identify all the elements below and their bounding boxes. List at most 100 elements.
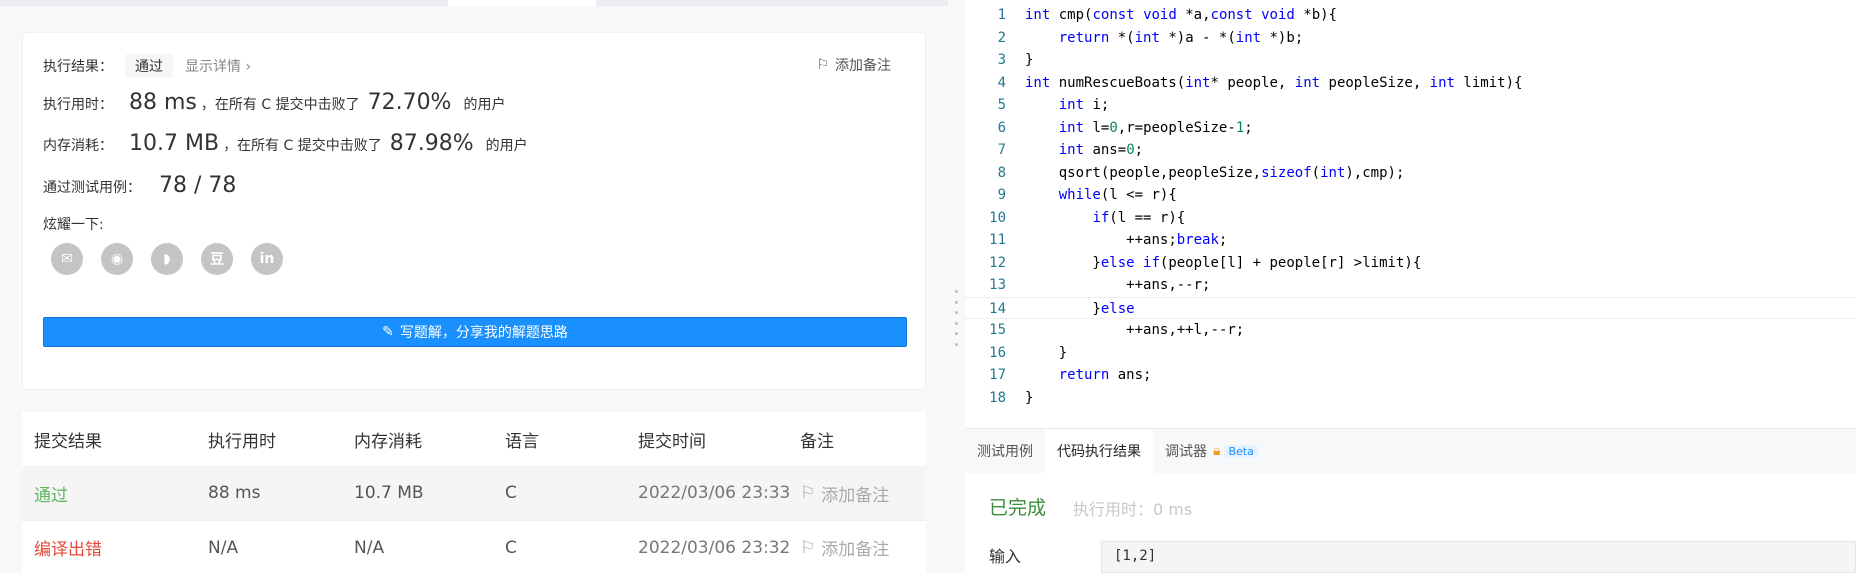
line-number: 6	[997, 119, 1006, 136]
line-number: 3	[997, 52, 1006, 68]
status-badge: 通过	[125, 54, 173, 78]
code-line[interactable]: 16 }	[965, 342, 1856, 365]
write-solution-button[interactable]: ✎ 写题解，分享我的解题思路	[43, 317, 907, 347]
row-language: C	[505, 483, 517, 503]
console-tabs: 测试用例 代码执行结果 调试器 🔒︎ Beta	[965, 429, 1856, 473]
completed-status: 已完成	[989, 497, 1047, 519]
row-add-note-button[interactable]: ⚐ 添加备注	[800, 535, 890, 561]
line-number: 13	[989, 277, 1006, 293]
code-line[interactable]: 1 int cmp(const void *a,const void *b){	[965, 4, 1856, 27]
tab-test-cases[interactable]: 测试用例	[965, 429, 1045, 473]
table-header: 提交结果 执行用时 内存消耗 语言 提交时间 备注	[22, 412, 926, 466]
row-note-label: 添加备注	[821, 540, 890, 560]
pencil-icon: ✎	[382, 324, 394, 340]
code-line[interactable]: 4 int numRescueBoats(int* people, int peo…	[965, 72, 1856, 95]
douban-icon[interactable]: 豆	[201, 243, 233, 275]
code-text: int ans=0;	[1058, 142, 1144, 158]
flag-icon: ⚐	[800, 537, 816, 558]
code-text: }else	[1025, 300, 1135, 317]
memory-row: 内存消耗： 10.7 MB ，在所有 C 提交中击败了 87.98% 的用户	[43, 131, 528, 156]
code-text: ++ans,--r;	[1025, 277, 1211, 293]
tests-label: 通过测试用例：	[43, 180, 141, 196]
tests-row: 通过测试用例： 78 / 78	[43, 173, 236, 198]
line-number: 8	[997, 164, 1006, 181]
submissions-table: 提交结果 执行用时 内存消耗 语言 提交时间 备注 通过 88 ms 10.7 …	[22, 412, 926, 573]
runtime-label: 执行用时：	[43, 97, 113, 113]
lock-icon: 🔒︎	[1213, 443, 1221, 459]
input-value-box: [1,2]	[1101, 541, 1856, 573]
top-tab-strip	[0, 0, 948, 6]
tab-label: 测试用例	[977, 444, 1033, 460]
panel-resize-handle[interactable]	[955, 290, 959, 346]
code-line[interactable]: 17 return ans;	[965, 364, 1856, 387]
code-text: int cmp(const void *a,const void *b){	[1025, 7, 1337, 23]
code-text: int i;	[1058, 97, 1110, 113]
add-note-button[interactable]: ⚐ 添加备注	[816, 55, 891, 75]
header-result: 提交结果	[34, 431, 102, 452]
line-number: 9	[997, 187, 1006, 203]
row-runtime: 88 ms	[208, 483, 261, 503]
code-text: }else if(people[l] + people[r] >limit){	[1025, 254, 1422, 271]
table-row[interactable]: 编译出错 N/A N/A C 2022/03/06 23:32 ⚐ 添加备注	[22, 520, 926, 573]
add-note-label: 添加备注	[835, 58, 891, 74]
linkedin-icon[interactable]: in	[251, 243, 283, 275]
code-line[interactable]: 15 ++ans,++l,--r;	[965, 319, 1856, 342]
row-add-note-button[interactable]: ⚐ 添加备注	[800, 481, 889, 506]
weibo-icon[interactable]: ◉	[101, 243, 133, 275]
wechat-icon[interactable]: ✉	[51, 243, 83, 275]
code-line[interactable]: 11 ++ans;break;	[965, 229, 1856, 252]
flag-icon: ⚐	[800, 483, 816, 503]
tab-debugger[interactable]: 调试器 🔒︎ Beta	[1153, 429, 1270, 473]
memory-label: 内存消耗：	[43, 138, 113, 154]
code-line[interactable]: 7 int ans=0;	[965, 139, 1856, 162]
header-note: 备注	[800, 431, 834, 452]
code-text: ++ans,++l,--r;	[1025, 322, 1245, 338]
line-number: 12	[989, 254, 1006, 271]
code-line[interactable]: 12 }else if(people[l] + people[r] >limit…	[965, 252, 1856, 275]
line-number: 17	[989, 367, 1006, 383]
row-result[interactable]: 通过	[34, 481, 68, 506]
row-time: 2022/03/06 23:32	[638, 537, 791, 558]
code-text: }	[1025, 389, 1034, 406]
write-solution-label: 写题解，分享我的解题思路	[399, 325, 568, 341]
line-number: 18	[989, 389, 1006, 406]
code-text: int numRescueBoats(int* people, int peop…	[1025, 74, 1523, 91]
tests-value: 78 / 78	[159, 173, 237, 198]
code-line[interactable]: 9 while(l <= r){	[965, 184, 1856, 207]
row-language: C	[505, 537, 517, 558]
code-editor[interactable]: 1 int cmp(const void *a,const void *b){2 …	[965, 0, 1856, 425]
code-line[interactable]: 3}	[965, 49, 1856, 72]
line-number: 10	[989, 209, 1006, 226]
row-memory: N/A	[354, 537, 385, 558]
row-memory: 10.7 MB	[354, 483, 424, 503]
code-text: return *(int *)a - *(int *)b;	[1058, 29, 1304, 46]
code-text: int l=0,r=peopleSize-1;	[1058, 119, 1253, 136]
line-number: 4	[997, 74, 1006, 91]
code-line[interactable]: 2 return *(int *)a - *(int *)b;	[965, 27, 1856, 50]
runtime-suffix: ，在所有 C 提交中击败了	[200, 97, 360, 113]
row-result[interactable]: 编译出错	[34, 535, 102, 560]
exec-time: 执行用时：0 ms	[1073, 500, 1193, 519]
result-row: 执行结果： 通过 显示详情 ›	[43, 54, 251, 78]
line-number: 15	[989, 322, 1006, 338]
code-line[interactable]: 5 int i;	[965, 94, 1856, 117]
tab-execution-result[interactable]: 代码执行结果	[1045, 429, 1153, 473]
qq-icon[interactable]: ◗	[151, 243, 183, 275]
show-details-link[interactable]: 显示详情 ›	[185, 56, 251, 76]
input-label: 输入	[989, 547, 1022, 566]
share-icons: ✉ ◉ ◗ 豆 in	[51, 243, 283, 275]
code-line[interactable]: 6 int l=0,r=peopleSize-1;	[965, 117, 1856, 140]
table-row[interactable]: 通过 88 ms 10.7 MB C 2022/03/06 23:33 ⚐ 添加备…	[22, 466, 926, 520]
share-row: 炫耀一下:	[43, 214, 104, 234]
code-line[interactable]: 14 }else	[965, 296, 1856, 319]
code-line[interactable]: 8 qsort(people,peopleSize,sizeof(int),cm…	[965, 162, 1856, 185]
code-line[interactable]: 10 if(l == r){	[965, 207, 1856, 230]
code-line[interactable]: 13 ++ans,--r;	[965, 274, 1856, 297]
line-number: 7	[997, 142, 1006, 158]
code-line[interactable]: 18}	[965, 387, 1856, 410]
line-number: 16	[989, 344, 1006, 361]
memory-users: 的用户	[485, 138, 528, 154]
flag-icon: ⚐	[816, 57, 829, 73]
code-text: while(l <= r){	[1058, 187, 1177, 203]
line-number: 5	[997, 97, 1006, 113]
